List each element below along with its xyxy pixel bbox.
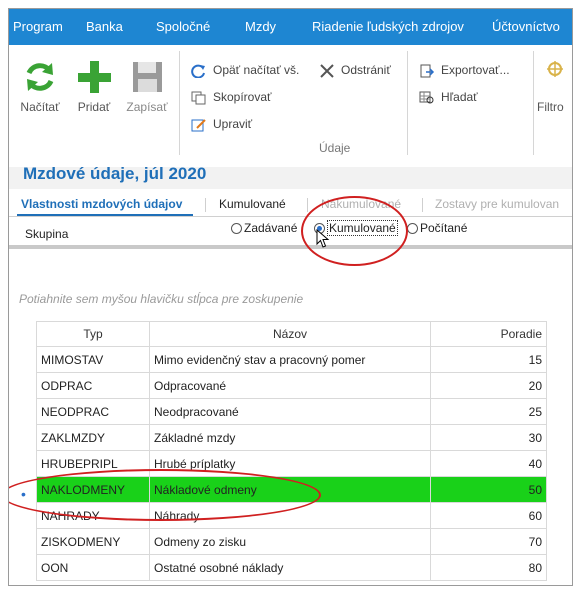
- ribbon-separator: [407, 51, 408, 155]
- radio-zadavane-label: Zadávané: [244, 221, 298, 235]
- pridat-button[interactable]: Pridať: [71, 59, 117, 114]
- cell-poradie: 30: [430, 424, 547, 451]
- cell-nazov: Odmeny zo zisku: [149, 528, 431, 555]
- zapisat-label: Zapísať: [126, 100, 168, 114]
- app-window: Program Banka Spoločné Mzdy Riadenie ľud…: [8, 8, 573, 586]
- header-row: Typ Názov Poradie: [36, 321, 547, 347]
- export-icon: [419, 64, 435, 78]
- group-filter-row: Skupina Zadávané Kumulované Počítané: [9, 217, 572, 249]
- cell-poradie: 70: [430, 528, 547, 555]
- hladat-label: Hľadať: [441, 90, 478, 104]
- cell-poradie: 25: [430, 398, 547, 425]
- menu-riadenie-ludskych-zdrojov[interactable]: Riadenie ľudských zdrojov: [312, 19, 464, 34]
- ribbon: Načítať Pridať Zapísať Opäť načítať vš.: [9, 45, 572, 167]
- ribbon-separator: [533, 51, 534, 155]
- table-row[interactable]: OON Ostatné osobné náklady 80: [36, 554, 547, 581]
- data-grid: Typ Názov Poradie MIMOSTAV Mimo evidenčn…: [36, 321, 547, 581]
- radio-circle: [231, 223, 242, 235]
- cell-poradie: 20: [430, 372, 547, 399]
- save-icon: [133, 62, 162, 92]
- cell-typ: MIMOSTAV: [36, 346, 150, 373]
- cell-poradie: 50: [430, 476, 547, 503]
- filter-label: Filtro: [537, 100, 564, 114]
- opat-nacitat-label: Opäť načítať vš.: [213, 63, 300, 77]
- pridat-label: Pridať: [77, 100, 111, 114]
- edit-icon: [191, 118, 207, 132]
- page-title: Mzdové údaje, júl 2020: [23, 164, 207, 183]
- active-tab-indicator: [17, 214, 193, 216]
- search-grid-icon: [419, 91, 435, 105]
- skupina-label: Skupina: [25, 227, 69, 241]
- tab-vlastnosti[interactable]: Vlastnosti mzdových údajov: [21, 197, 182, 211]
- grouping-hint: Potiahnite sem myšou hlavičku stĺpca pre…: [19, 292, 304, 306]
- delete-icon: [319, 64, 335, 78]
- table-row[interactable]: NEODPRAC Neodpracované 25: [36, 398, 547, 425]
- cell-typ: ZISKODMENY: [36, 528, 150, 555]
- radio-pocitane[interactable]: Počítané: [407, 221, 467, 235]
- tab-kumulovane[interactable]: Kumulované: [219, 197, 286, 211]
- menu-bar: Program Banka Spoločné Mzdy Riadenie ľud…: [9, 9, 572, 45]
- table-row[interactable]: ZISKODMENY Odmeny zo zisku 70: [36, 528, 547, 555]
- annotation-ellipse-radio: [301, 196, 408, 266]
- exportovat-label: Exportovať...: [441, 63, 510, 77]
- tab-separator: [205, 198, 206, 212]
- cell-typ: OON: [36, 554, 150, 581]
- table-row[interactable]: ODPRAC Odpracované 20: [36, 372, 547, 399]
- menu-banka[interactable]: Banka: [86, 19, 123, 34]
- column-header-nazov[interactable]: Názov: [149, 321, 431, 347]
- cell-nazov: Základné mzdy: [149, 424, 431, 451]
- odstranit-button[interactable]: Odstrániť: [319, 63, 391, 78]
- annotation-ellipse-row: [9, 469, 321, 521]
- cell-nazov: Neodpracované: [149, 398, 431, 425]
- refresh-icon: [26, 63, 54, 91]
- udaje-group-label: Údaje: [319, 141, 351, 155]
- menu-uctovnictvo[interactable]: Účtovníctvo: [492, 19, 560, 34]
- tab-bar: Vlastnosti mzdových údajov Kumulované Na…: [9, 194, 572, 217]
- opat-nacitat-button[interactable]: Opäť načítať vš.: [191, 63, 300, 79]
- cell-poradie: 60: [430, 502, 547, 529]
- radio-zadavane[interactable]: Zadávané: [231, 221, 297, 235]
- tab-separator: [307, 198, 308, 212]
- column-header-poradie[interactable]: Poradie: [430, 321, 547, 347]
- radio-pocitane-label: Počítané: [420, 221, 468, 235]
- cell-poradie: 80: [430, 554, 547, 581]
- cell-nazov: Ostatné osobné náklady: [149, 554, 431, 581]
- table-row[interactable]: MIMOSTAV Mimo evidenčný stav a pracovný …: [36, 346, 547, 373]
- exportovat-button[interactable]: Exportovať...: [419, 63, 510, 78]
- cell-typ: ZAKLMZDY: [36, 424, 150, 451]
- reload-all-icon: [191, 64, 207, 79]
- cell-typ: NEODPRAC: [36, 398, 150, 425]
- cell-nazov: Odpracované: [149, 372, 431, 399]
- menu-mzdy[interactable]: Mzdy: [245, 19, 276, 34]
- cell-nazov: Mimo evidenčný stav a pracovný pomer: [149, 346, 431, 373]
- zapisat-button[interactable]: Zapísať: [121, 59, 173, 114]
- cell-poradie: 40: [430, 450, 547, 477]
- plus-icon: [78, 61, 111, 93]
- radio-circle: [407, 223, 418, 235]
- cell-typ: ODPRAC: [36, 372, 150, 399]
- odstranit-label: Odstrániť: [341, 63, 391, 77]
- menu-spolocne[interactable]: Spoločné: [156, 19, 210, 34]
- column-header-typ[interactable]: Typ: [36, 321, 150, 347]
- filter-icon: [547, 61, 563, 77]
- skopirovat-label: Skopírovať: [213, 90, 272, 104]
- hladat-button[interactable]: Hľadať: [419, 90, 478, 105]
- filter-button[interactable]: Filtro: [537, 59, 572, 114]
- nacitat-button[interactable]: Načítať: [15, 59, 65, 114]
- upravit-label: Upraviť: [213, 117, 253, 131]
- skopirovat-button[interactable]: Skopírovať: [191, 90, 272, 105]
- tab-zostavy[interactable]: Zostavy pre kumulovan: [435, 197, 559, 211]
- cell-poradie: 15: [430, 346, 547, 373]
- copy-icon: [191, 91, 207, 105]
- upravit-button[interactable]: Upraviť: [191, 117, 252, 132]
- table-row[interactable]: ZAKLMZDY Základné mzdy 30: [36, 424, 547, 451]
- nacitat-label: Načítať: [20, 100, 60, 114]
- tab-separator: [422, 198, 423, 212]
- ribbon-separator: [179, 51, 180, 155]
- menu-program[interactable]: Program: [13, 19, 63, 34]
